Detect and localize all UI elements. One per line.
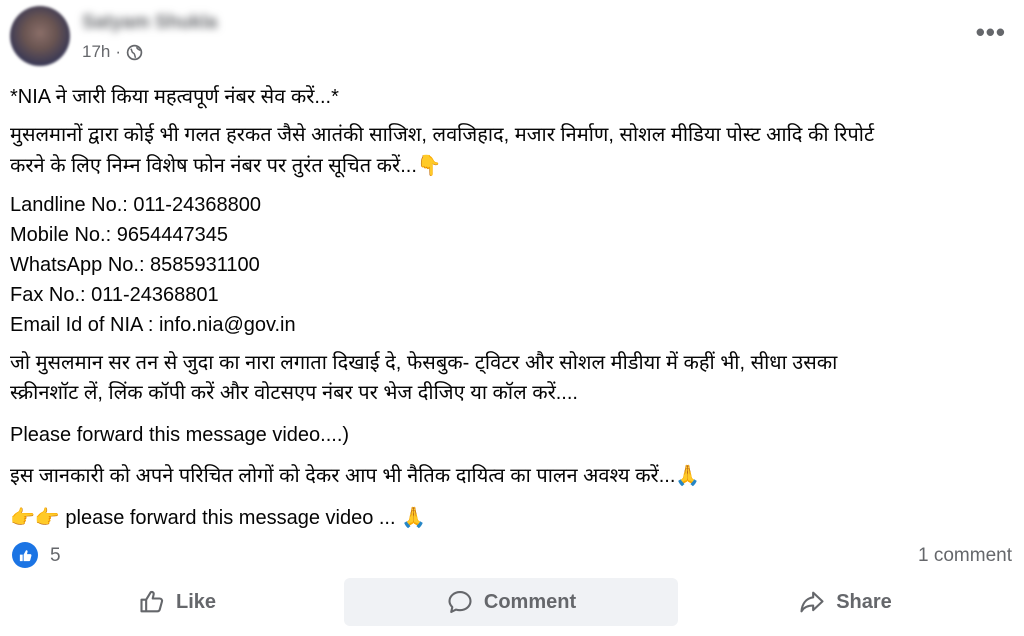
- author-name[interactable]: Satyam Shukla: [82, 12, 242, 34]
- comment-icon: [448, 591, 472, 613]
- post-meta: 17h ·: [82, 42, 143, 62]
- thumbs-up-icon: [19, 549, 31, 561]
- pointing-right-emoji: 👉👉: [10, 505, 60, 529]
- contact-mobile: Mobile No.: 9654447345: [10, 224, 228, 246]
- like-icon: [140, 590, 164, 613]
- folded-hands-emoji-2: 🙏: [401, 505, 427, 529]
- contact-fax: Fax No.: 011-24368801: [10, 284, 219, 306]
- like-label: Like: [175, 590, 217, 613]
- like-button[interactable]: Like: [10, 578, 344, 626]
- post-actions: Like Comment Share: [10, 578, 1012, 626]
- post-appeal: जो मुसलमान सर तन से जुदा का नारा लगाता द…: [10, 352, 838, 404]
- more-options-icon[interactable]: •••: [976, 19, 1006, 45]
- comment-label: Comment: [483, 590, 577, 613]
- post-forward-note: Please forward this message video....): [10, 424, 350, 446]
- contact-landline: Landline No.: 011-24368800: [10, 194, 261, 216]
- contact-whatsapp: WhatsApp No.: 8585931100: [10, 254, 260, 276]
- like-count[interactable]: 5: [50, 545, 61, 567]
- pointing-down-emoji: 👇: [416, 153, 442, 177]
- post-duty-text: इस जानकारी को अपने परिचित लोगों को देकर …: [10, 465, 676, 487]
- like-reaction-icon[interactable]: [12, 542, 38, 568]
- post-time[interactable]: 17h: [82, 42, 110, 62]
- author-avatar[interactable]: [10, 6, 70, 66]
- post-forward-request: 👉👉 please forward this message video ...…: [10, 502, 426, 533]
- share-label: Share: [836, 590, 892, 613]
- globe-icon[interactable]: [126, 44, 143, 61]
- post-title: *NIA ने जारी किया महत्वपूर्ण नंबर सेव कर…: [10, 86, 339, 108]
- post-intro-text: मुसलमानों द्वारा कोई भी गलत हरकत जैसे आत…: [10, 124, 875, 177]
- share-button[interactable]: Share: [678, 578, 1012, 626]
- comment-count[interactable]: 1 comment: [918, 545, 1012, 567]
- folded-hands-emoji: 🙏: [675, 463, 701, 487]
- post-duty: इस जानकारी को अपने परिचित लोगों को देकर …: [10, 460, 700, 491]
- post-forward-request-text: please forward this message video ...: [65, 507, 396, 529]
- reactions-bar: 5 1 comment: [10, 542, 1012, 570]
- post-intro: मुसलमानों द्वारा कोई भी गलत हरकत जैसे आत…: [10, 120, 874, 181]
- meta-separator: ·: [115, 42, 122, 61]
- contact-email: Email Id of NIA : info.nia@gov.in: [10, 314, 296, 336]
- share-icon: [800, 591, 824, 613]
- comment-button[interactable]: Comment: [344, 578, 678, 626]
- contact-list: Landline No.: 011-24368800 Mobile No.: 9…: [10, 190, 296, 340]
